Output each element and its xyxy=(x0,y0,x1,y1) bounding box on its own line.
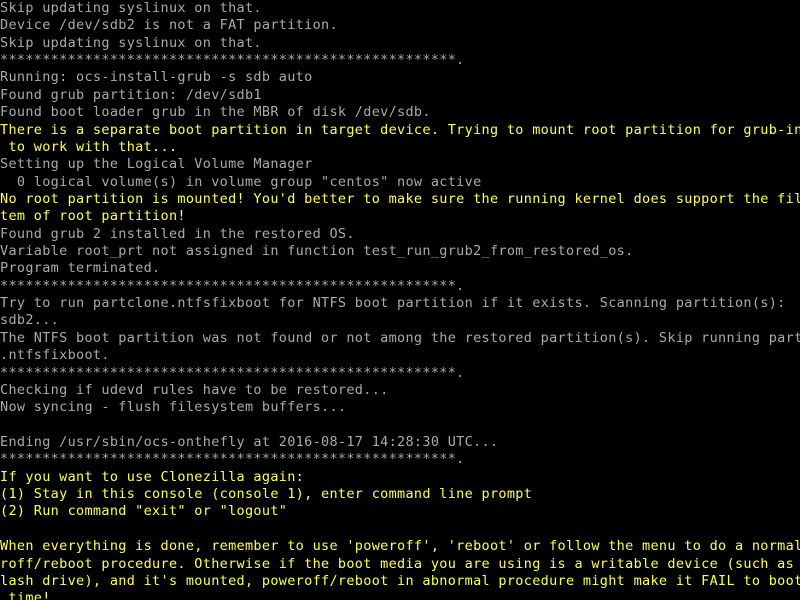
terminal-line: Found grub partition: /dev/sdb1 xyxy=(0,87,800,104)
terminal-line xyxy=(0,417,800,434)
terminal-line: ****************************************… xyxy=(0,451,800,468)
line-text: Checking if udevd rules have to be resto… xyxy=(0,381,389,398)
terminal-line: .ntfsfixboot. xyxy=(0,347,800,364)
terminal-line: time! xyxy=(0,590,800,600)
line-text: roff/reboot procedure. Otherwise if the … xyxy=(0,555,800,572)
terminal-line: Device /dev/sdb2 is not a FAT partition. xyxy=(0,17,800,34)
terminal-line: to work with that... xyxy=(0,139,800,156)
terminal-line: (1) Stay in this console (console 1), en… xyxy=(0,486,800,503)
line-text: Setting up the Logical Volume Manager xyxy=(0,156,313,173)
line-text: Running: ocs-install-grub -s sdb auto xyxy=(0,69,313,86)
terminal-line: Skip updating syslinux on that. xyxy=(0,0,800,17)
terminal-line: Now syncing - flush filesystem buffers..… xyxy=(0,399,800,416)
terminal-line: There is a separate boot partition in ta… xyxy=(0,122,800,139)
terminal-line: (2) Run command "exit" or "logout" xyxy=(0,503,800,520)
line-text: (1) Stay in this console (console 1), en… xyxy=(0,486,533,503)
terminal-line: Found boot loader grub in the MBR of dis… xyxy=(0,104,800,121)
line-text: tem of root partition! xyxy=(0,208,186,225)
terminal-line: Running: ocs-install-grub -s sdb auto xyxy=(0,69,800,86)
terminal-line: lash drive), and it's mounted, poweroff/… xyxy=(0,573,800,590)
line-text: .ntfsfixboot. xyxy=(0,347,110,364)
line-text xyxy=(0,417,8,433)
line-text: sdb2... xyxy=(0,312,60,329)
separator-text: ****************************************… xyxy=(0,451,465,468)
line-text: Device /dev/sdb2 is not a FAT partition. xyxy=(0,17,338,34)
terminal-line: Try to run partclone.ntfsfixboot for NTF… xyxy=(0,295,800,312)
terminal-line: tem of root partition! xyxy=(0,208,800,225)
line-text: Skip updating syslinux on that. xyxy=(0,0,262,16)
terminal-line xyxy=(0,521,800,538)
terminal-line: If you want to use Clonezilla again: xyxy=(0,469,800,486)
separator-text: ****************************************… xyxy=(0,364,465,381)
separator-text: ****************************************… xyxy=(0,52,465,69)
line-text: The NTFS boot partition was not found or… xyxy=(0,329,800,346)
line-text: Found boot loader grub in the MBR of dis… xyxy=(0,104,431,121)
line-text: lash drive), and it's mounted, poweroff/… xyxy=(0,572,800,589)
line-text: If you want to use Clonezilla again: xyxy=(0,468,305,485)
line-text xyxy=(0,521,8,537)
terminal-line: When everything is done, remember to use… xyxy=(0,538,800,555)
terminal-line: Program terminated. xyxy=(0,260,800,277)
line-text: Program terminated. xyxy=(0,260,161,277)
line-text: Try to run partclone.ntfsfixboot for NTF… xyxy=(0,295,800,312)
line-text: No root partition is mounted! You'd bett… xyxy=(0,190,800,207)
terminal-line: No root partition is mounted! You'd bett… xyxy=(0,191,800,208)
terminal-line: sdb2... xyxy=(0,312,800,329)
terminal-line: roff/reboot procedure. Otherwise if the … xyxy=(0,556,800,573)
terminal-line: Found grub 2 installed in the restored O… xyxy=(0,226,800,243)
line-text: 0 logical volume(s) in volume group "cen… xyxy=(0,173,482,190)
terminal-line: Skip updating syslinux on that. xyxy=(0,35,800,52)
terminal-line: Checking if udevd rules have to be resto… xyxy=(0,382,800,399)
line-text: Found grub partition: /dev/sdb1 xyxy=(0,86,262,103)
line-text: Skip updating syslinux on that. xyxy=(0,34,262,51)
terminal-line: ****************************************… xyxy=(0,365,800,382)
line-text: Ending /usr/sbin/ocs-onthefly at 2016-08… xyxy=(0,433,499,450)
terminal-line: 0 logical volume(s) in volume group "cen… xyxy=(0,174,800,191)
line-text: (2) Run command "exit" or "logout" xyxy=(0,503,288,520)
separator-text: ****************************************… xyxy=(0,277,465,294)
line-text: When everything is done, remember to use… xyxy=(0,538,800,555)
line-text: Now syncing - flush filesystem buffers..… xyxy=(0,399,347,416)
terminal-console[interactable]: Skip updating syslinux on that. Device /d… xyxy=(0,0,800,600)
line-text: Found grub 2 installed in the restored O… xyxy=(0,225,355,242)
terminal-line: ****************************************… xyxy=(0,52,800,69)
line-text: to work with that... xyxy=(0,138,178,155)
line-text: There is a separate boot partition in ta… xyxy=(0,121,800,138)
terminal-line: Setting up the Logical Volume Manager xyxy=(0,156,800,173)
line-text: Variable root_prt not assigned in functi… xyxy=(0,243,634,260)
line-text: time! xyxy=(0,590,51,600)
terminal-line: Ending /usr/sbin/ocs-onthefly at 2016-08… xyxy=(0,434,800,451)
terminal-line: Variable root_prt not assigned in functi… xyxy=(0,243,800,260)
terminal-line: The NTFS boot partition was not found or… xyxy=(0,330,800,347)
terminal-line: ****************************************… xyxy=(0,278,800,295)
